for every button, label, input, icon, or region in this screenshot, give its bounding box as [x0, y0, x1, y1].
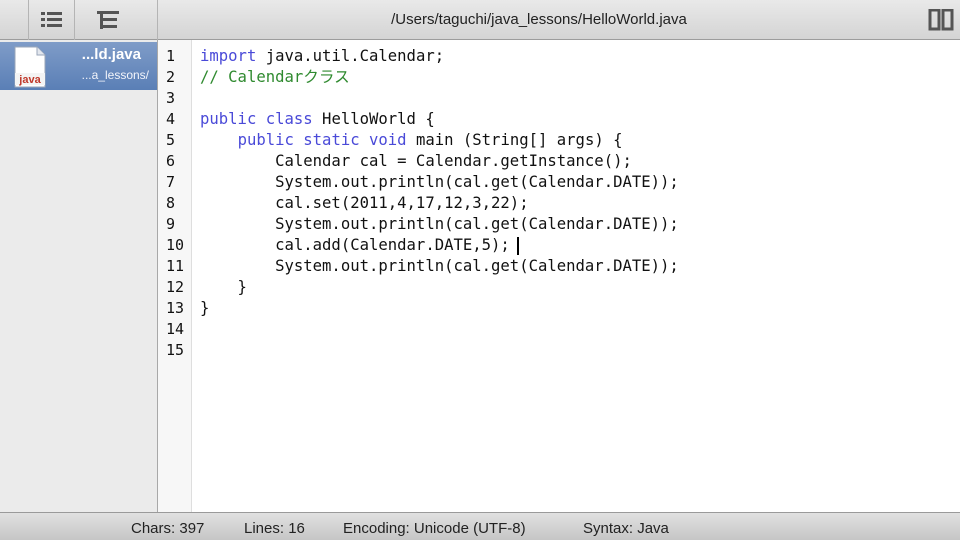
code-line: public static void main (String[] args) … — [200, 130, 623, 151]
code-line: cal.add(Calendar.DATE,5); — [200, 235, 510, 256]
status-chars: Chars: 397 — [131, 520, 205, 537]
line-number: 13 — [166, 299, 185, 317]
line-number: 7 — [166, 173, 176, 191]
code-line: import java.util.Calendar; — [200, 46, 444, 67]
line-number: 6 — [166, 152, 176, 170]
toolbar-separator — [74, 0, 75, 40]
code-line: } — [200, 298, 209, 319]
line-number: 9 — [166, 215, 176, 233]
documents-sidebar: java ...ld.java ...a_lessons/ — [0, 40, 158, 512]
code-line: cal.set(2011,4,17,12,3,22); — [200, 193, 529, 214]
java-file-icon: java — [14, 46, 46, 88]
code-token: System.out.println(cal.get(Calendar.DATE… — [200, 173, 679, 191]
code-token: main (String[] args) { — [406, 131, 623, 149]
line-number: 15 — [166, 341, 185, 359]
code-token: cal.set(2011,4,17,12,3,22); — [200, 194, 529, 212]
line-number: 8 — [166, 194, 176, 212]
keyword-token: import — [200, 47, 257, 65]
list-icon[interactable] — [32, 6, 72, 34]
keyword-token: public class — [200, 110, 313, 128]
line-number: 1 — [166, 47, 176, 65]
line-number: 14 — [166, 320, 185, 338]
toolbar: /Users/taguchi/java_lessons/HelloWorld.j… — [0, 0, 960, 40]
split-view-icon[interactable] — [928, 8, 954, 31]
code-line: System.out.println(cal.get(Calendar.DATE… — [200, 214, 679, 235]
toolbar-separator — [28, 0, 29, 40]
code-line: Calendar cal = Calendar.getInstance(); — [200, 151, 632, 172]
code-line: System.out.println(cal.get(Calendar.DATE… — [200, 256, 679, 277]
status-encoding[interactable]: Encoding: Unicode (UTF-8) — [343, 520, 526, 537]
code-token: System.out.println(cal.get(Calendar.DATE… — [200, 257, 679, 275]
code-token: } — [200, 278, 247, 296]
line-number-gutter: 1 2 3 4 5 6 7 8 9 10 11 12 13 14 15 — [158, 40, 192, 512]
code-token: System.out.println(cal.get(Calendar.DATE… — [200, 215, 679, 233]
status-bar: Chars: 397 Lines: 16 Encoding: Unicode (… — [0, 512, 960, 540]
line-number: 3 — [166, 89, 176, 107]
code-line: public class HelloWorld { — [200, 109, 435, 130]
svg-text:java: java — [18, 74, 41, 86]
code-token: java.util.Calendar; — [256, 47, 445, 65]
code-line: System.out.println(cal.get(Calendar.DATE… — [200, 172, 679, 193]
document-directory: ...a_lessons/ — [81, 68, 149, 82]
line-number: 2 — [166, 68, 176, 86]
code-token: Calendar cal = Calendar.getInstance(); — [200, 152, 632, 170]
line-number: 10 — [166, 236, 185, 254]
code-token: cal.add(Calendar.DATE,5); — [200, 236, 510, 254]
text-cursor — [517, 237, 519, 255]
code-token: } — [200, 299, 210, 317]
line-number: 12 — [166, 278, 185, 296]
line-number: 4 — [166, 110, 176, 128]
line-number: 5 — [166, 131, 176, 149]
line-number: 11 — [166, 257, 185, 275]
document-path-title: /Users/taguchi/java_lessons/HelloWorld.j… — [391, 11, 687, 28]
keyword-token: public static void — [237, 131, 407, 149]
tree-icon[interactable] — [88, 6, 128, 34]
code-editor[interactable]: import java.util.Calendar;// Calendarクラス… — [192, 40, 960, 512]
status-lines: Lines: 16 — [244, 520, 305, 537]
comment-token: // Calendarクラス — [200, 68, 350, 86]
sidebar-document-item[interactable]: java ...ld.java ...a_lessons/ — [0, 42, 157, 90]
document-name: ...ld.java — [81, 46, 141, 63]
code-line: // Calendarクラス — [200, 67, 350, 88]
code-token: HelloWorld { — [312, 110, 435, 128]
code-line: } — [200, 277, 247, 298]
status-syntax[interactable]: Syntax: Java — [583, 520, 669, 537]
